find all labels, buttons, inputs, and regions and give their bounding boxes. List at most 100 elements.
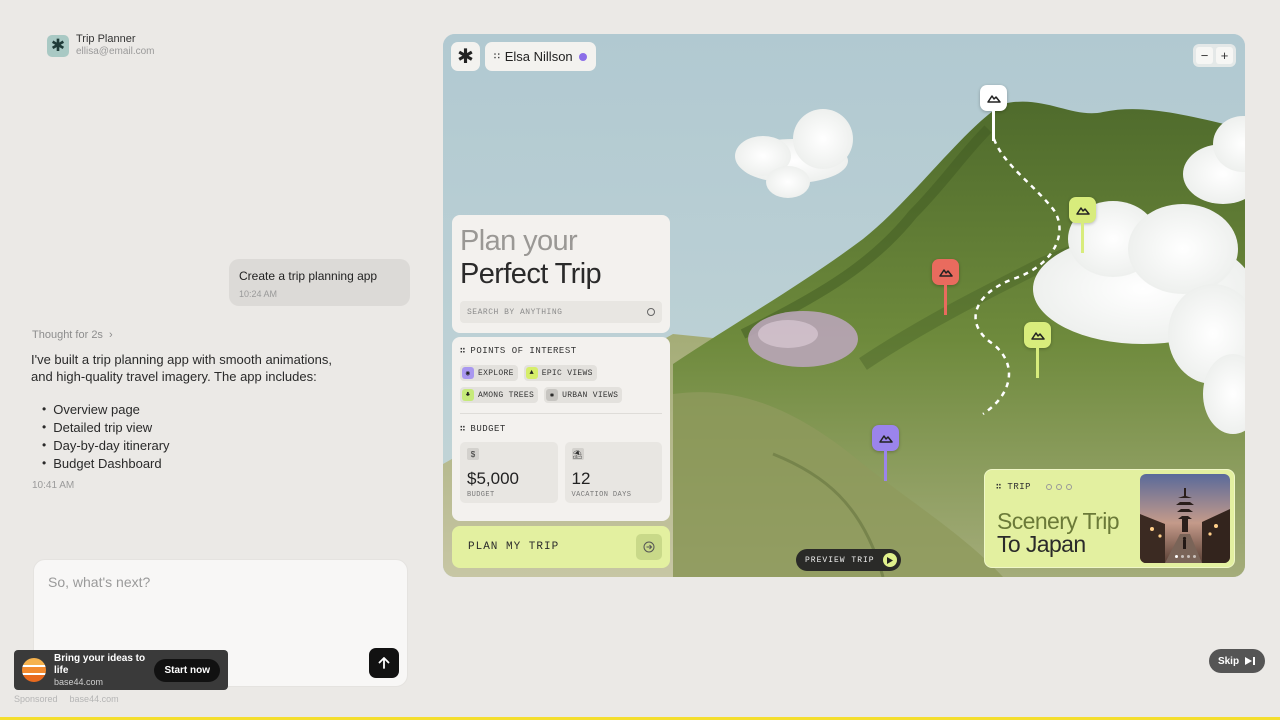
- mountain-icon: [932, 259, 959, 285]
- vacation-days: 12: [571, 469, 591, 488]
- plan-my-trip-button[interactable]: PLAN MY TRIP: [452, 526, 670, 568]
- sponsored-line: Sponsored base44.com: [14, 694, 119, 704]
- tag-label: AMONG TREES: [478, 390, 535, 400]
- eye-icon: [1056, 484, 1063, 490]
- mountain-icon: [1024, 322, 1051, 348]
- mountain-icon: ▲: [525, 367, 538, 379]
- tag-explore[interactable]: ◉ EXPLORE: [460, 365, 518, 381]
- trip-card[interactable]: ∷ TRIP Scenery Trip To Japan: [984, 469, 1235, 568]
- trip-photo[interactable]: [1140, 474, 1230, 563]
- base44-logo-icon: [22, 658, 46, 682]
- budget-heading: ∷ BUDGET: [460, 424, 662, 434]
- app-header: ✱ Trip Planner ellisa@email.com: [47, 33, 155, 58]
- tag-label: EXPLORE: [478, 368, 514, 378]
- grid-dots-icon: ∷: [460, 424, 466, 434]
- send-button[interactable]: [369, 648, 399, 678]
- app-preview-window: ✱ ∷ Elsa Nillson − + Plan your Perfect T…: [443, 34, 1245, 577]
- grid-dots-icon: ∷: [460, 346, 466, 356]
- ad-domain: base44.com: [54, 676, 104, 687]
- search-field[interactable]: [460, 301, 662, 323]
- search-input[interactable]: [467, 307, 627, 317]
- app-email: ellisa@email.com: [76, 46, 155, 57]
- user-message-bubble: Create a trip planning app 10:24 AM: [229, 259, 410, 306]
- map-pin-green-middle[interactable]: [1024, 322, 1051, 378]
- sponsored-ad[interactable]: Bring your ideas to life base44.com Star…: [14, 650, 228, 690]
- carousel-dots[interactable]: [1140, 555, 1230, 558]
- carousel-dot[interactable]: [1174, 555, 1178, 558]
- carousel-dot[interactable]: [1192, 555, 1196, 558]
- arrow-up-icon: [378, 657, 390, 669]
- plan-trip-panel: Plan your Perfect Trip: [452, 215, 670, 333]
- tag-among-trees[interactable]: ♣ AMONG TREES: [460, 387, 539, 403]
- sponsored-label: Sponsored: [14, 694, 58, 704]
- mountain-icon: [980, 85, 1007, 111]
- pin-stem: [884, 451, 887, 481]
- map-pin-red[interactable]: [932, 259, 959, 315]
- pin-stem: [944, 285, 947, 315]
- japan-street-pagoda-image: [1140, 474, 1230, 563]
- chevron-right-icon: ›: [108, 329, 113, 341]
- list-item: Overview page: [42, 400, 170, 418]
- tag-urban-views[interactable]: ✱ URBAN VIEWS: [544, 387, 623, 403]
- budget-heading-label: BUDGET: [470, 424, 506, 434]
- search-icon: [647, 308, 655, 316]
- vacation-days-label: VACATION DAYS: [571, 491, 632, 499]
- feature-list: Overview page Detailed trip view Day-by-…: [42, 400, 170, 472]
- preview-trip-label: PREVIEW TRIP: [805, 555, 875, 565]
- pin-icon: [1046, 484, 1053, 490]
- plan-my-trip-label: PLAN MY TRIP: [468, 541, 560, 553]
- pin-stem: [992, 111, 995, 141]
- budget-cards: $ $5,000 BUDGET ⛱ 12 VACATION DAYS: [460, 442, 662, 503]
- list-item: Day-by-day itinerary: [42, 436, 169, 454]
- sponsored-domain[interactable]: base44.com: [70, 694, 119, 704]
- user-message-text: Create a trip planning app: [239, 269, 378, 283]
- list-item: Budget Dashboard: [42, 454, 170, 472]
- message-input[interactable]: [48, 574, 348, 590]
- search-icon: ◉: [462, 367, 474, 379]
- trip-title-line2: To Japan: [997, 531, 1086, 557]
- divider: [460, 413, 662, 414]
- pin-stem: [1036, 348, 1039, 378]
- user-name: Elsa Nillson: [504, 49, 573, 64]
- ad-title: Bring your ideas to life: [54, 652, 146, 676]
- zoom-in-button[interactable]: +: [1216, 47, 1233, 64]
- ad-start-button[interactable]: Start now: [154, 658, 220, 682]
- assistant-message-time: 10:41 AM: [32, 480, 75, 491]
- assistant-message-text: I've built a trip planning app with smoo…: [31, 352, 332, 384]
- plan-title-line2: Perfect Trip: [460, 258, 602, 290]
- thought-toggle[interactable]: Thought for 2s ›: [32, 329, 113, 341]
- zoom-out-button[interactable]: −: [1196, 47, 1213, 64]
- list-item: Detailed trip view: [42, 418, 170, 436]
- skip-button[interactable]: Skip: [1209, 649, 1265, 673]
- skip-label: Skip: [1217, 655, 1240, 667]
- poi-tags: ◉ EXPLORE ▲ EPIC VIEWS ♣ AMONG TREES ✱ U…: [460, 365, 645, 403]
- mountain-icon: [1069, 197, 1096, 223]
- trip-card-label: TRIP: [1007, 482, 1032, 492]
- play-icon: [882, 553, 897, 567]
- trip-card-icons: [1046, 484, 1073, 490]
- grid-dots-icon: ∷: [996, 482, 1002, 492]
- points-of-interest-panel: ∷ POINTS OF INTEREST ◉ EXPLORE ▲ EPIC VI…: [452, 337, 670, 521]
- preview-trip-button[interactable]: PREVIEW TRIP: [796, 549, 901, 571]
- ad-text: Bring your ideas to life base44.com: [54, 653, 146, 688]
- carousel-dot[interactable]: [1186, 555, 1190, 558]
- map-pin-purple[interactable]: [872, 425, 899, 481]
- tag-epic-views[interactable]: ▲ EPIC VIEWS: [523, 365, 597, 381]
- zoom-controls: − +: [1193, 44, 1236, 67]
- plan-title-line1: Plan your: [460, 225, 578, 257]
- user-profile-chip[interactable]: ∷ Elsa Nillson: [485, 42, 596, 71]
- pin-stem: [1081, 223, 1084, 253]
- carousel-dot[interactable]: [1180, 555, 1184, 558]
- app-identity: Trip Planner ellisa@email.com: [76, 33, 155, 58]
- city-icon: ✱: [546, 389, 559, 401]
- map-pin-green-right[interactable]: [1069, 197, 1096, 253]
- poi-heading-label: POINTS OF INTEREST: [470, 346, 577, 356]
- vacation-days-card[interactable]: ⛱ 12 VACATION DAYS: [564, 442, 662, 503]
- budget-amount-card[interactable]: $ $5,000 BUDGET: [460, 442, 558, 503]
- asterisk-icon[interactable]: ✱: [451, 42, 480, 71]
- budget-amount: $5,000: [467, 469, 519, 488]
- grid-dots-icon: ∷: [494, 51, 500, 61]
- map-pin-summit[interactable]: [980, 85, 1007, 141]
- budget-amount-label: BUDGET: [467, 491, 495, 499]
- thought-label: Thought for 2s: [32, 329, 103, 341]
